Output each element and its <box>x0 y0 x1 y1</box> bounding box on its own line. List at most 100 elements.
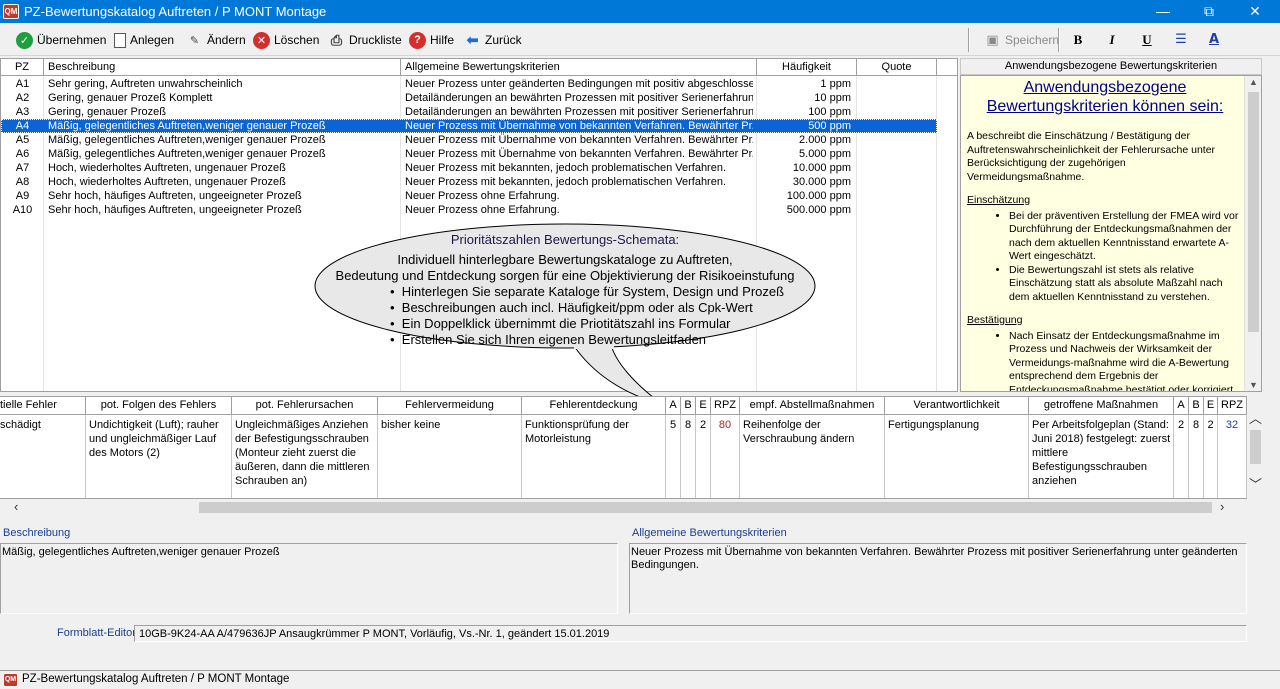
fmea-header-e2[interactable]: E <box>1204 397 1218 415</box>
fmea-header-verantwortlich[interactable]: Verantwortlichkeit <box>885 397 1029 415</box>
cell-beschreibung: Gering, genauer Prozeß Komplett <box>48 92 213 104</box>
speichern-button[interactable]: ▣ Speichern <box>982 29 1061 51</box>
column-header-pz[interactable]: PZ <box>1 59 44 76</box>
scroll-thumb[interactable] <box>199 502 1212 513</box>
anlegen-button[interactable]: Anlegen <box>112 29 176 51</box>
font-color-button[interactable]: A <box>1203 29 1225 51</box>
fmea-header-abstell[interactable]: empf. Abstellmaßnahmen <box>740 397 885 415</box>
right-panel[interactable]: Anwendungsbezogene Bewertungskriterien k… <box>960 75 1262 392</box>
callout-bullet-text: Beschreibungen auch incl. Häufigkeit/ppm… <box>401 300 753 315</box>
druckliste-button[interactable]: ⎙ Druckliste <box>326 29 404 51</box>
scroll-thumb[interactable] <box>1248 92 1259 332</box>
fmea-header-getroffen[interactable]: getroffene Maßnahmen <box>1029 397 1174 415</box>
cell-quote <box>857 189 933 203</box>
callout-bubble: Prioritätszahlen Bewertungs-Schemata: In… <box>312 222 818 408</box>
toolbar-separator <box>968 28 970 52</box>
fmea-cell-e[interactable]: 2 <box>696 415 711 498</box>
fmea-cell-b2[interactable]: 8 <box>1189 415 1204 498</box>
table-row[interactable]: A6 Mäßig, gelegentliches Auftreten,wenige… <box>1 147 937 161</box>
fmea-cell-rpz2[interactable]: 32 <box>1218 415 1247 498</box>
zurueck-button[interactable]: ⬅ Zurück <box>462 29 524 51</box>
right-panel-intro: A beschreibt die Einschätzung / Bestätig… <box>967 130 1216 183</box>
table-row[interactable]: A9 Sehr hoch, häufiges Auftreten, ungeeig… <box>1 189 937 203</box>
loeschen-button[interactable]: ✕ Löschen <box>251 29 321 51</box>
cell-beschreibung: Sehr hoch, häufiges Auftreten, ungeeigne… <box>48 190 302 202</box>
fmea-header-ursachen[interactable]: pot. Fehlerursachen <box>232 397 378 415</box>
bold-button[interactable]: B <box>1067 29 1089 51</box>
callout-line-1: Individuell hinterlegbare Bewertungskata… <box>397 252 733 267</box>
right-panel-scrollbar[interactable]: ▲ ▼ <box>1244 76 1261 391</box>
table-row[interactable]: A4 Mäßig, gelegentliches Auftreten,wenige… <box>1 119 937 133</box>
aendern-button[interactable]: ✎ Ändern <box>184 29 248 51</box>
bullet-list-button[interactable]: ☰ <box>1170 29 1192 51</box>
zurueck-label: Zurück <box>485 33 522 47</box>
fmea-cell-abstell[interactable]: Reihenfolge der Verschraubung ändern <box>740 415 885 498</box>
fmea-cell-a2[interactable]: 2 <box>1174 415 1189 498</box>
fmea-header-b[interactable]: B <box>681 397 696 415</box>
column-header-quote[interactable]: Quote <box>857 59 937 76</box>
scroll-down-icon[interactable]: ▼ <box>1245 380 1262 390</box>
uebernehmen-button[interactable]: ✓ Übernehmen <box>14 29 108 51</box>
fmea-vertical-scrollbar[interactable]: ︿ ﹀ <box>1247 408 1264 499</box>
table-row[interactable]: A5 Mäßig, gelegentliches Auftreten,wenige… <box>1 133 937 147</box>
fmea-header-e[interactable]: E <box>696 397 711 415</box>
kriterien-field[interactable]: Neuer Prozess mit Übernahme von bekannte… <box>629 543 1247 614</box>
list-item: Nach Einsatz der Entdeckungsmaßnahme im … <box>1009 330 1243 392</box>
right-panel-header: Anwendungsbezogene Bewertungskriterien <box>960 58 1262 75</box>
column-header-haeufigkeit[interactable]: Häufigkeit <box>757 59 857 76</box>
cell-haeufigkeit: 30.000 ppm <box>792 176 851 188</box>
scroll-down-icon[interactable]: ﹀ <box>1247 474 1264 493</box>
fmea-cell-ursachen[interactable]: Ungleichmäßiges Anziehen der Befestigung… <box>232 415 378 498</box>
callout-bullet: • Hinterlegen Sie separate Kataloge für … <box>390 284 785 299</box>
table-row[interactable]: A10 Sehr hoch, häufiges Auftreten, ungeei… <box>1 203 937 217</box>
fmea-header-entdeckung[interactable]: Fehlerentdeckung <box>522 397 666 415</box>
fmea-header-a2[interactable]: A <box>1174 397 1189 415</box>
cell-quote <box>857 203 933 217</box>
fmea-header-fehler[interactable]: tielle Fehler <box>0 397 86 415</box>
table-row[interactable]: A7 Hoch, wiederholtes Auftreten, ungenaue… <box>1 161 937 175</box>
fmea-cell-getroffen[interactable]: Per Arbeitsfolgeplan (Stand: Juni 2018) … <box>1029 415 1174 498</box>
fmea-cell-a[interactable]: 5 <box>666 415 681 498</box>
restore-button[interactable]: ⧉ <box>1186 0 1232 23</box>
cell-pz: A5 <box>15 134 30 146</box>
scroll-up-icon[interactable]: ︿ <box>1247 408 1264 427</box>
cell-pz: A8 <box>15 176 30 188</box>
callout-bullet-text: Ein Doppelklick übernimmt die Priotitäts… <box>401 316 731 331</box>
scroll-left-icon[interactable]: ‹ <box>14 499 18 515</box>
fmea-header-a[interactable]: A <box>666 397 681 415</box>
fmea-header-vermeidung[interactable]: Fehlervermeidung <box>378 397 522 415</box>
cell-quote <box>857 105 933 119</box>
fmea-cell-b[interactable]: 8 <box>681 415 696 498</box>
fmea-cell-e2[interactable]: 2 <box>1204 415 1218 498</box>
fmea-cell-entdeckung[interactable]: Funktionsprüfung der Motorleistung <box>522 415 666 498</box>
fmea-cell-vermeidung[interactable]: bisher keine <box>378 415 522 498</box>
taskbar-item[interactable]: QM PZ-Bewertungskatalog Auftreten / P MO… <box>0 671 1280 689</box>
fmea-cell-fehler[interactable]: schädigt <box>0 415 86 498</box>
table-row[interactable]: A3 Gering, genauer Prozeß Detailänderungen… <box>1 105 937 119</box>
fmea-cell-rpz[interactable]: 80 <box>711 415 740 498</box>
table-row[interactable]: A8 Hoch, wiederholtes Auftreten, ungenaue… <box>1 175 937 189</box>
underline-button[interactable]: U <box>1136 29 1158 51</box>
fmea-cell-verantwortlich[interactable]: Fertigungsplanung <box>885 415 1029 498</box>
close-button[interactable]: ✕ <box>1232 0 1278 23</box>
minimize-button[interactable]: — <box>1140 0 1186 23</box>
fmea-horizontal-scrollbar[interactable]: ‹ › <box>0 499 1247 516</box>
fmea-header-b2[interactable]: B <box>1189 397 1204 415</box>
scroll-thumb[interactable] <box>1250 430 1261 464</box>
fmea-header-rpz[interactable]: RPZ <box>711 397 740 415</box>
table-row[interactable]: A1 Sehr gering, Auftreten unwahrscheinlic… <box>1 77 937 91</box>
fmea-cell-folgen[interactable]: Undichtigkeit (Luft); rauher und ungleic… <box>86 415 232 498</box>
cell-quote <box>857 133 933 147</box>
column-header-kriterien[interactable]: Allgemeine Bewertungskriterien <box>401 59 757 76</box>
italic-button[interactable]: I <box>1101 29 1123 51</box>
table-row[interactable]: A2 Gering, genauer Prozeß Komplett Detailä… <box>1 91 937 105</box>
beschreibung-field[interactable]: Mäßig, gelegentliches Auftreten,weniger … <box>0 543 618 614</box>
scroll-up-icon[interactable]: ▲ <box>1245 77 1262 87</box>
fmea-header-rpz2[interactable]: RPZ <box>1218 397 1247 415</box>
scroll-right-icon[interactable]: › <box>1220 499 1224 515</box>
fmea-header-folgen[interactable]: pot. Folgen des Fehlers <box>86 397 232 415</box>
right-panel-title: Anwendungsbezogene Bewertungskriterien k… <box>986 79 1224 115</box>
hilfe-button[interactable]: ? Hilfe <box>407 29 456 51</box>
cell-pz: A4 <box>15 120 30 132</box>
column-header-beschreibung[interactable]: Beschreibung <box>44 59 401 76</box>
